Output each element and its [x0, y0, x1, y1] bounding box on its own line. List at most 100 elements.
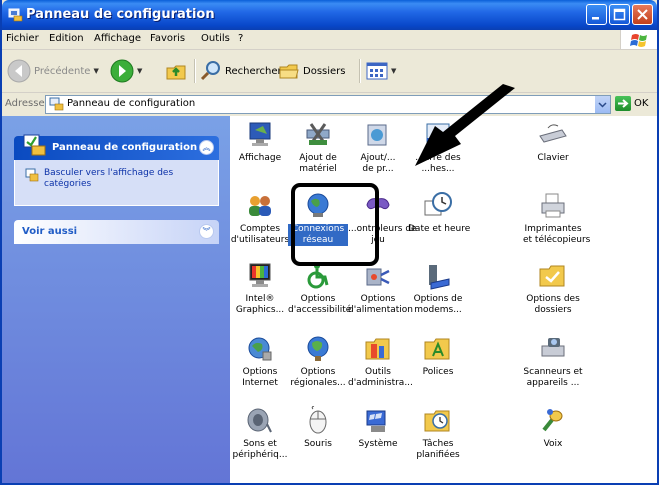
menu-edition[interactable]: Edition — [49, 33, 84, 44]
control-panel-panel-header[interactable]: Panneau de configuration ︽ — [14, 134, 219, 160]
item-label: Souris — [304, 439, 332, 449]
modem-icon — [429, 265, 450, 290]
switch-category-view-link[interactable]: Basculer vers l'affichage des catégories — [25, 168, 184, 190]
control-panel-icon — [8, 8, 23, 22]
display-icon — [249, 122, 271, 146]
control-panel-small-icon — [49, 97, 64, 111]
item-affichage[interactable]: Affichage — [230, 120, 290, 164]
fonts-icon — [424, 338, 450, 360]
speech-icon — [542, 409, 563, 432]
windows-flag-icon — [630, 34, 647, 47]
item-label: Options de modems... — [413, 294, 463, 315]
minimize-button[interactable] — [586, 4, 607, 25]
go-button[interactable]: OK — [615, 96, 648, 111]
printers-icon — [541, 193, 565, 218]
admin-tools-icon — [365, 338, 390, 360]
item-label: Imprimantes et télécopieurs — [523, 224, 591, 245]
collapse-up-icon[interactable]: ︽ — [199, 140, 214, 155]
item-souris[interactable]: Souris — [288, 406, 348, 450]
scanners-icon — [541, 338, 565, 357]
item-voix[interactable]: Voix — [523, 406, 583, 450]
panel-title: Panneau de configuration — [52, 142, 198, 153]
intel-graphics-icon — [249, 263, 271, 287]
views-icon — [366, 62, 388, 80]
close-icon — [637, 9, 648, 20]
item-label: Intel® Graphics... — [235, 294, 285, 315]
item-label: Sons et périphériq... — [232, 439, 288, 460]
go-label: OK — [634, 98, 649, 109]
search-button[interactable]: Rechercher — [200, 57, 282, 85]
mouse-icon — [309, 406, 327, 434]
item-label: Clavier — [537, 153, 569, 163]
forward-button[interactable]: ▼ — [110, 57, 142, 85]
item-modems[interactable]: Options de modems... — [408, 261, 468, 316]
search-icon — [200, 61, 220, 81]
item-options-regionales[interactable]: Options régionales... — [288, 334, 348, 389]
views-button[interactable]: ▼ — [366, 57, 396, 85]
maximize-icon — [613, 8, 626, 21]
item-clavier[interactable]: Clavier — [523, 120, 583, 164]
item-label: Voix — [543, 439, 563, 449]
menu-help[interactable]: ? — [238, 33, 243, 44]
back-arrow-icon — [7, 59, 31, 83]
item-taches-planifiees[interactable]: Tâches planifiées — [408, 406, 468, 461]
maximize-button[interactable] — [609, 4, 630, 25]
item-label: Options d'accessibilité — [288, 294, 352, 315]
menu-favoris[interactable]: Favoris — [150, 33, 185, 44]
item-label: Options Internet — [242, 367, 278, 388]
folders-label: Dossiers — [303, 65, 346, 77]
forward-arrow-icon — [110, 59, 134, 83]
see-also-panel-header[interactable]: Voir aussi ︾ — [14, 220, 219, 244]
forward-dropdown-icon[interactable]: ▼ — [137, 67, 142, 75]
toolbar-separator — [194, 59, 196, 83]
toolbar: Précédente ▼ ▼ Rechercher Dossiers ▼ — [2, 50, 657, 93]
up-folder-button[interactable] — [165, 57, 187, 85]
item-label: Affichage — [238, 153, 282, 163]
minimize-icon — [592, 17, 599, 20]
item-intel-graphics[interactable]: Intel® Graphics... — [230, 261, 290, 316]
item-scanneurs[interactable]: Scanneurs et appareils ... — [523, 334, 583, 389]
menu-affichage[interactable]: Affichage — [94, 33, 141, 44]
item-polices[interactable]: Polices — [408, 334, 468, 378]
menu-outils[interactable]: Outils — [201, 33, 230, 44]
item-systeme[interactable]: Système — [348, 406, 408, 450]
item-label: Options régionales... — [290, 367, 346, 388]
explorer-window: Panneau de configuration Fichier Edition… — [0, 0, 659, 485]
item-imprimantes[interactable]: Imprimantes et télécopieurs — [523, 191, 591, 246]
item-options-dossiers[interactable]: Options des dossiers — [523, 261, 583, 316]
switch-category-view-text: Basculer vers l'affichage des catégories — [44, 168, 174, 189]
views-dropdown-icon[interactable]: ▼ — [391, 67, 396, 75]
task-pane: Panneau de configuration ︽ Basculer vers… — [2, 116, 230, 483]
toolbar-separator-2 — [359, 59, 361, 83]
system-icon — [366, 410, 386, 432]
folders-button[interactable]: Dossiers — [278, 57, 346, 85]
go-arrow-icon — [615, 96, 631, 111]
title-bar[interactable]: Panneau de configuration — [2, 0, 657, 30]
date-time-icon — [424, 192, 452, 216]
keyboard-icon — [539, 124, 567, 143]
internet-options-icon — [248, 337, 272, 361]
address-dropdown-button[interactable] — [594, 96, 610, 113]
item-sons[interactable]: Sons et périphériq... — [230, 406, 290, 461]
item-label: Outils d'administra... — [348, 367, 413, 388]
highlight-box — [291, 183, 379, 266]
scheduled-tasks-icon — [424, 410, 450, 432]
item-ajout-materiel[interactable]: Ajout de matériel — [288, 120, 348, 175]
item-outils-administration[interactable]: Outils d'administra... — [348, 334, 413, 389]
item-alimentation[interactable]: Options d'alimentation — [348, 261, 413, 316]
see-also-title: Voir aussi — [22, 226, 78, 237]
expand-down-icon[interactable]: ︾ — [199, 224, 214, 239]
search-label: Rechercher — [225, 65, 282, 77]
close-button[interactable] — [632, 4, 653, 25]
menu-fichier[interactable]: Fichier — [6, 33, 39, 44]
item-label: Options des dossiers — [526, 294, 580, 315]
back-dropdown-icon[interactable]: ▼ — [93, 67, 98, 75]
window-title: Panneau de configuration — [26, 7, 215, 22]
item-label: Système — [358, 439, 398, 449]
item-options-internet[interactable]: Options Internet — [230, 334, 290, 389]
item-date-heure[interactable]: Date et heure — [408, 191, 470, 235]
item-comptes-utilisateurs[interactable]: Comptes d'utilisateurs — [230, 191, 290, 246]
item-accessibilite[interactable]: Options d'accessibilité — [288, 261, 352, 316]
back-button[interactable]: Précédente ▼ — [7, 57, 99, 85]
sounds-icon — [247, 408, 272, 433]
